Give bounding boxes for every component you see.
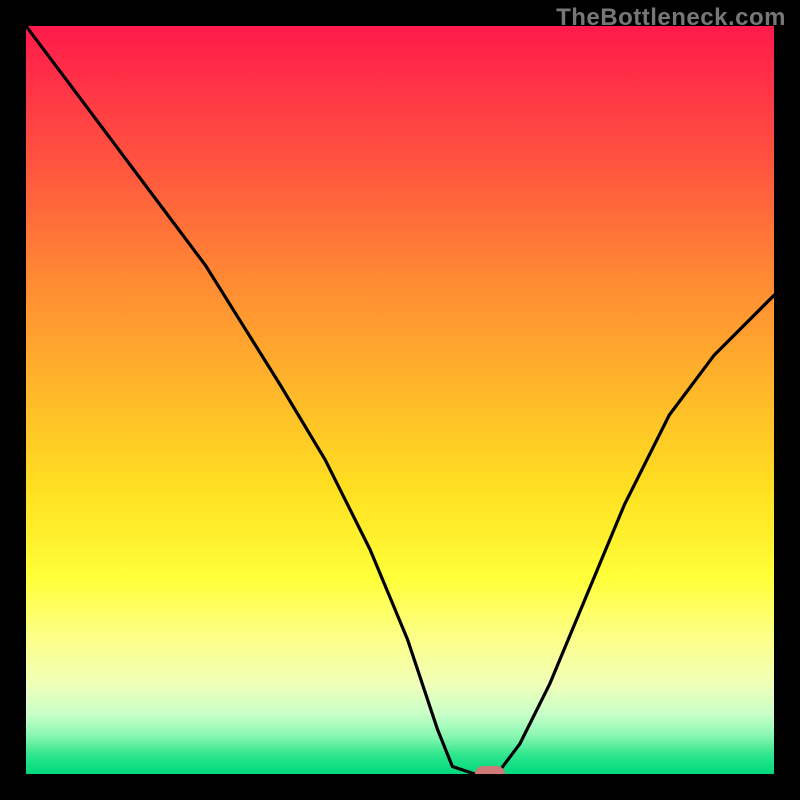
watermark-text: TheBottleneck.com [556, 4, 786, 32]
plot-area [26, 26, 774, 774]
chart-frame: TheBottleneck.com [0, 0, 800, 800]
optimal-marker [475, 766, 505, 774]
curve-path [26, 26, 774, 774]
bottleneck-curve [26, 26, 774, 774]
